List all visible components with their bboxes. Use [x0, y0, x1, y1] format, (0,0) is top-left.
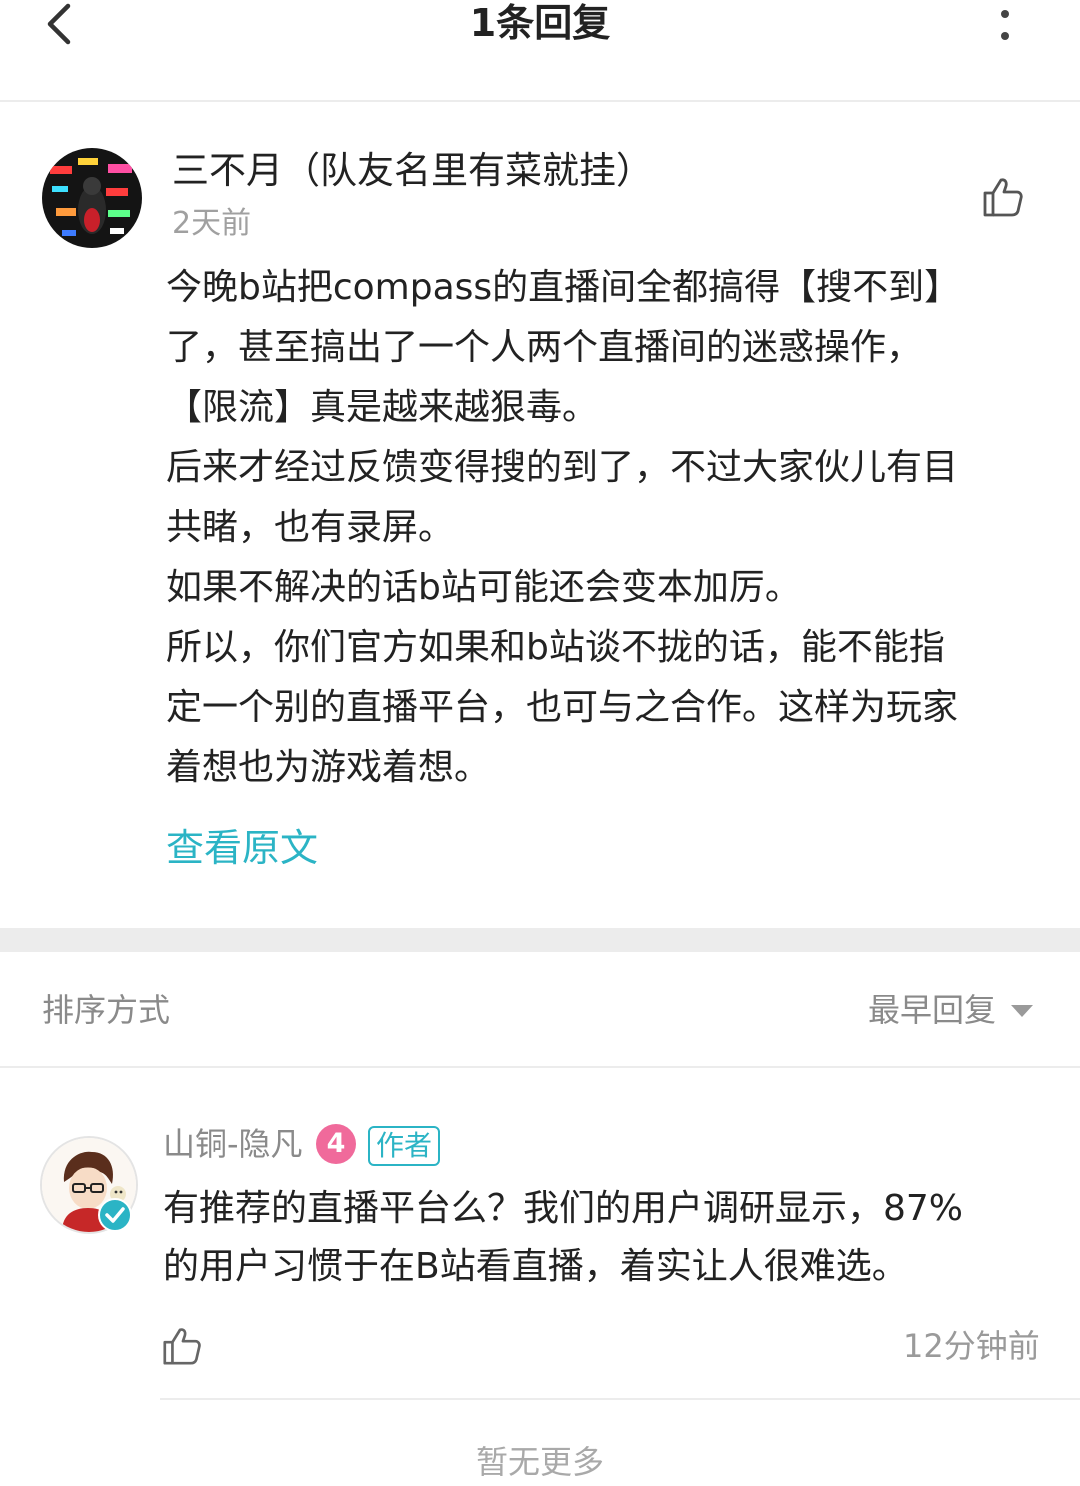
level-badge: 4: [316, 1124, 356, 1164]
more-vertical-icon: [1001, 10, 1009, 40]
page-title: 1条回复: [469, 1, 611, 45]
section-divider: [0, 928, 1080, 952]
thumbs-up-icon: [163, 1328, 201, 1365]
post-content-line: 了，甚至搞出了一个人两个直播间的迷惑操作，: [166, 327, 923, 368]
sort-dropdown[interactable]: 最早回复: [868, 988, 996, 1032]
post-content-line: 今晚b站把compass的直播间全都搞得【搜不到】: [166, 267, 961, 308]
post-content-line: 共睹，也有录屏。: [166, 507, 455, 548]
thumbs-up-icon: [983, 178, 1023, 217]
caret-down-icon[interactable]: [1010, 1004, 1034, 1018]
verified-check-icon: [98, 1198, 132, 1232]
post-username[interactable]: 三不月（队友名里有菜就挂）: [172, 146, 653, 196]
reply-content-line: 有推荐的直播平台么？我们的用户调研显示，87%: [163, 1188, 964, 1229]
view-original-link[interactable]: 查看原文: [166, 820, 318, 876]
more-button[interactable]: [990, 6, 1020, 46]
reply-username[interactable]: 山铜-隐凡: [163, 1120, 303, 1168]
post-content-line: 定一个别的直播平台，也可与之合作。这样为玩家: [166, 687, 959, 728]
post-content-line: 所以，你们官方如果和b站谈不拢的话，能不能指: [166, 627, 945, 668]
sort-label: 排序方式: [42, 991, 171, 1029]
divider: [160, 1398, 1080, 1400]
reply-like-button[interactable]: [160, 1324, 204, 1368]
original-post: 三不月（队友名里有菜就挂） 2天前 今晚b站把compass的直播间全都搞得【搜…: [0, 102, 1080, 928]
post-content-line: 后来才经过反馈变得搜的到了，不过大家伙儿有目: [166, 447, 959, 488]
post-time: 2天前: [172, 206, 252, 241]
post-content-line: 【限流】真是越来越狠毒。: [166, 387, 599, 428]
top-bar: 1条回复: [0, 0, 1080, 102]
post-content-line: 如果不解决的话b站可能还会变本加厉。: [166, 567, 801, 608]
reply-content-line: 的用户习惯于在B站看直播，着实让人很难选。: [163, 1246, 908, 1287]
author-tag: 作者: [368, 1126, 441, 1166]
no-more-text: 暂无更多: [475, 1443, 604, 1481]
sort-bar: 排序方式 最早回复: [0, 952, 1080, 1068]
post-content-line: 着想也为游戏着想。: [166, 747, 491, 788]
like-button[interactable]: [980, 174, 1026, 220]
reply-time: 12分钟前: [903, 1327, 1040, 1365]
reply-item: 山铜-隐凡 4 作者 有推荐的直播平台么？我们的用户调研显示，87% 的用户习惯…: [0, 1068, 1080, 1400]
post-content: 今晚b站把compass的直播间全都搞得【搜不到】 了，甚至搞出了一个人两个直播…: [166, 258, 1046, 798]
reply-content: 有推荐的直播平台么？我们的用户调研显示，87% 的用户习惯于在B站看直播，着实让…: [163, 1180, 1043, 1296]
avatar[interactable]: [42, 148, 142, 248]
